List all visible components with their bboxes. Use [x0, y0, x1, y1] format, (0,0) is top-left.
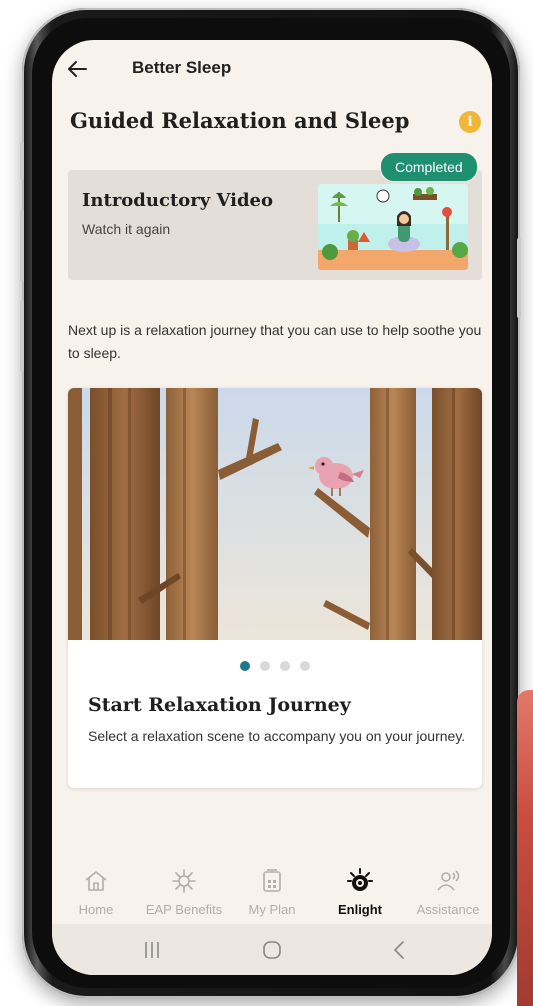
recent-apps-icon[interactable] [140, 938, 164, 962]
side-button [20, 300, 24, 372]
carousel-dot[interactable] [240, 661, 250, 671]
enlight-icon [347, 868, 373, 891]
side-button [517, 238, 521, 318]
completed-badge: Completed [380, 152, 478, 182]
nav-eap-benefits[interactable]: EAP Benefits [140, 860, 228, 922]
nav-home-label: Home [78, 902, 114, 917]
back-arrow-icon[interactable] [66, 58, 88, 80]
nav-my-plan-label: My Plan [248, 902, 296, 917]
journey-description: Select a relaxation scene to accompany y… [88, 728, 466, 744]
burst-icon [172, 869, 196, 893]
nav-enlight-label: Enlight [337, 902, 383, 917]
system-navigation-bar [52, 924, 492, 975]
home-button-icon[interactable] [260, 938, 284, 962]
info-icon[interactable]: i [459, 111, 481, 133]
side-button [20, 142, 24, 180]
watch-again-link[interactable]: Watch it again [82, 221, 170, 237]
intro-video-title: Introductory Video [82, 190, 274, 211]
home-icon [85, 871, 107, 891]
page-title: Guided Relaxation and Sleep [70, 108, 410, 133]
side-button [20, 210, 24, 282]
assistance-icon [437, 870, 460, 891]
relaxation-journey-card[interactable]: Start Relaxation Journey Select a relaxa… [68, 388, 482, 788]
nav-my-plan[interactable]: My Plan [228, 860, 316, 922]
topbar-title: Better Sleep [132, 58, 232, 77]
next-up-description: Next up is a relaxation journey that you… [68, 322, 482, 361]
carousel-dot[interactable] [260, 661, 270, 671]
top-bar: Better Sleep [52, 40, 492, 100]
nav-home[interactable]: Home [52, 860, 140, 922]
back-button-icon[interactable] [388, 938, 412, 962]
nav-eap-benefits-label: EAP Benefits [145, 902, 223, 917]
forest-bird-illustration [68, 388, 482, 640]
app-screen: Better Sleep Guided Relaxation and Sleep… [52, 40, 492, 975]
calendar-icon [263, 869, 281, 892]
nav-assistance-label: Assistance [416, 902, 480, 917]
meditation-illustration [318, 184, 468, 270]
nav-assistance[interactable]: Assistance [404, 860, 492, 922]
background-object [517, 690, 533, 1006]
bottom-nav: Home EAP Benefits My Plan Enlight Assist… [52, 860, 492, 922]
carousel-dot[interactable] [280, 661, 290, 671]
intro-video-card[interactable]: Introductory Video Watch it again [68, 170, 482, 280]
carousel-indicator [68, 658, 482, 676]
carousel-dot[interactable] [300, 661, 310, 671]
journey-title: Start Relaxation Journey [88, 694, 351, 716]
nav-enlight[interactable]: Enlight [316, 860, 404, 922]
